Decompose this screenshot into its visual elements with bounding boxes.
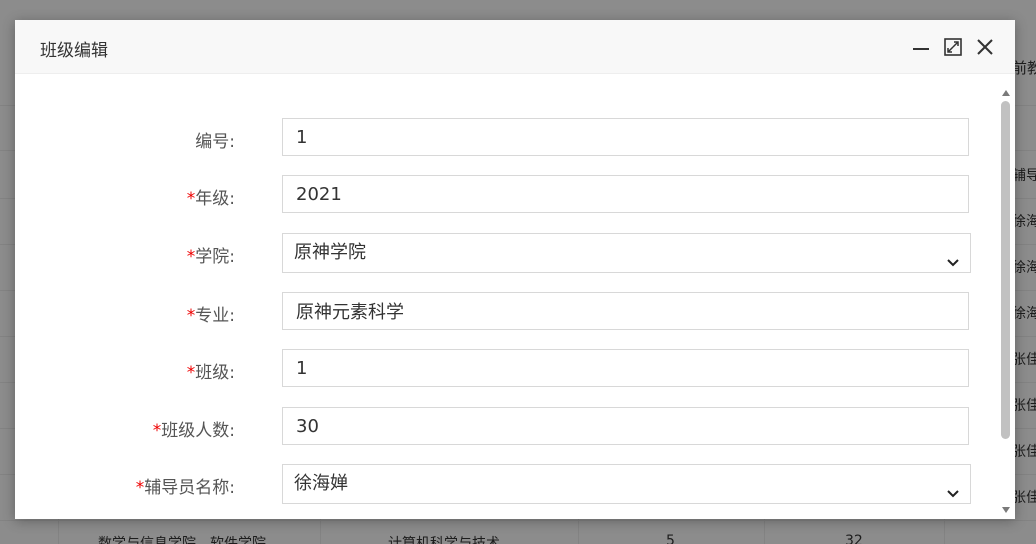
scrollbar-thumb[interactable] — [1001, 101, 1010, 439]
vertical-scrollbar[interactable] — [997, 74, 1015, 519]
required-mark: * — [186, 306, 196, 326]
id-label-text: 编号: — [195, 132, 235, 152]
scroll-down-arrow-icon[interactable] — [1001, 499, 1011, 518]
form-row-college: *学院: 原神学院 — [15, 233, 1000, 273]
dialog-title: 班级编辑 — [40, 41, 108, 61]
scroll-up-arrow-icon[interactable] — [1001, 82, 1011, 101]
chevron-down-icon — [946, 246, 960, 284]
college-label: *学院: — [187, 242, 235, 267]
form-row-id: 编号: — [15, 118, 1000, 158]
grade-field[interactable] — [282, 175, 969, 213]
major-label: *专业: — [187, 301, 235, 326]
id-label: 编号: — [195, 127, 235, 152]
class-field[interactable] — [282, 349, 969, 387]
college-select-value: 原神学院 — [294, 242, 366, 263]
form-row-grade: *年级: — [15, 175, 1000, 215]
required-mark: * — [186, 247, 196, 267]
count-label-text: 班级人数: — [161, 421, 235, 441]
chevron-down-icon — [946, 477, 960, 515]
required-mark: * — [135, 478, 145, 498]
form-row-major: *专业: — [15, 292, 1000, 332]
major-field[interactable] — [282, 292, 969, 330]
maximize-icon[interactable] — [943, 37, 963, 57]
required-mark: * — [186, 363, 196, 383]
close-icon[interactable] — [975, 37, 995, 57]
class-label-text: 班级: — [195, 363, 235, 383]
dialog-titlebar[interactable]: 班级编辑 — [15, 20, 1015, 74]
counselor-select[interactable]: 徐海婵 — [282, 464, 971, 504]
grade-label: *年级: — [187, 184, 235, 209]
required-mark: * — [186, 189, 196, 209]
counselor-select-value: 徐海婵 — [294, 473, 348, 494]
form-row-counselor: *辅导员名称: 徐海婵 — [15, 464, 1000, 504]
count-field[interactable] — [282, 407, 969, 445]
major-label-text: 专业: — [195, 306, 235, 326]
form-row-count: *班级人数: — [15, 407, 1000, 447]
required-mark: * — [152, 421, 162, 441]
class-label: *班级: — [187, 358, 235, 383]
form-row-class: *班级: — [15, 349, 1000, 389]
id-field[interactable] — [282, 118, 969, 156]
count-label: *班级人数: — [153, 416, 235, 441]
dialog-body: 编号: *年级: *学院: 原神学院 *专业: *班级: *班级人数: — [15, 74, 1015, 519]
minimize-icon[interactable] — [911, 37, 931, 57]
college-select[interactable]: 原神学院 — [282, 233, 971, 273]
class-edit-dialog: 班级编辑 编号: *年级: *学院: 原神学院 — [15, 20, 1015, 519]
counselor-label-text: 辅导员名称: — [144, 478, 235, 498]
college-label-text: 学院: — [195, 247, 235, 267]
counselor-label: *辅导员名称: — [136, 473, 235, 498]
grade-label-text: 年级: — [195, 189, 235, 209]
